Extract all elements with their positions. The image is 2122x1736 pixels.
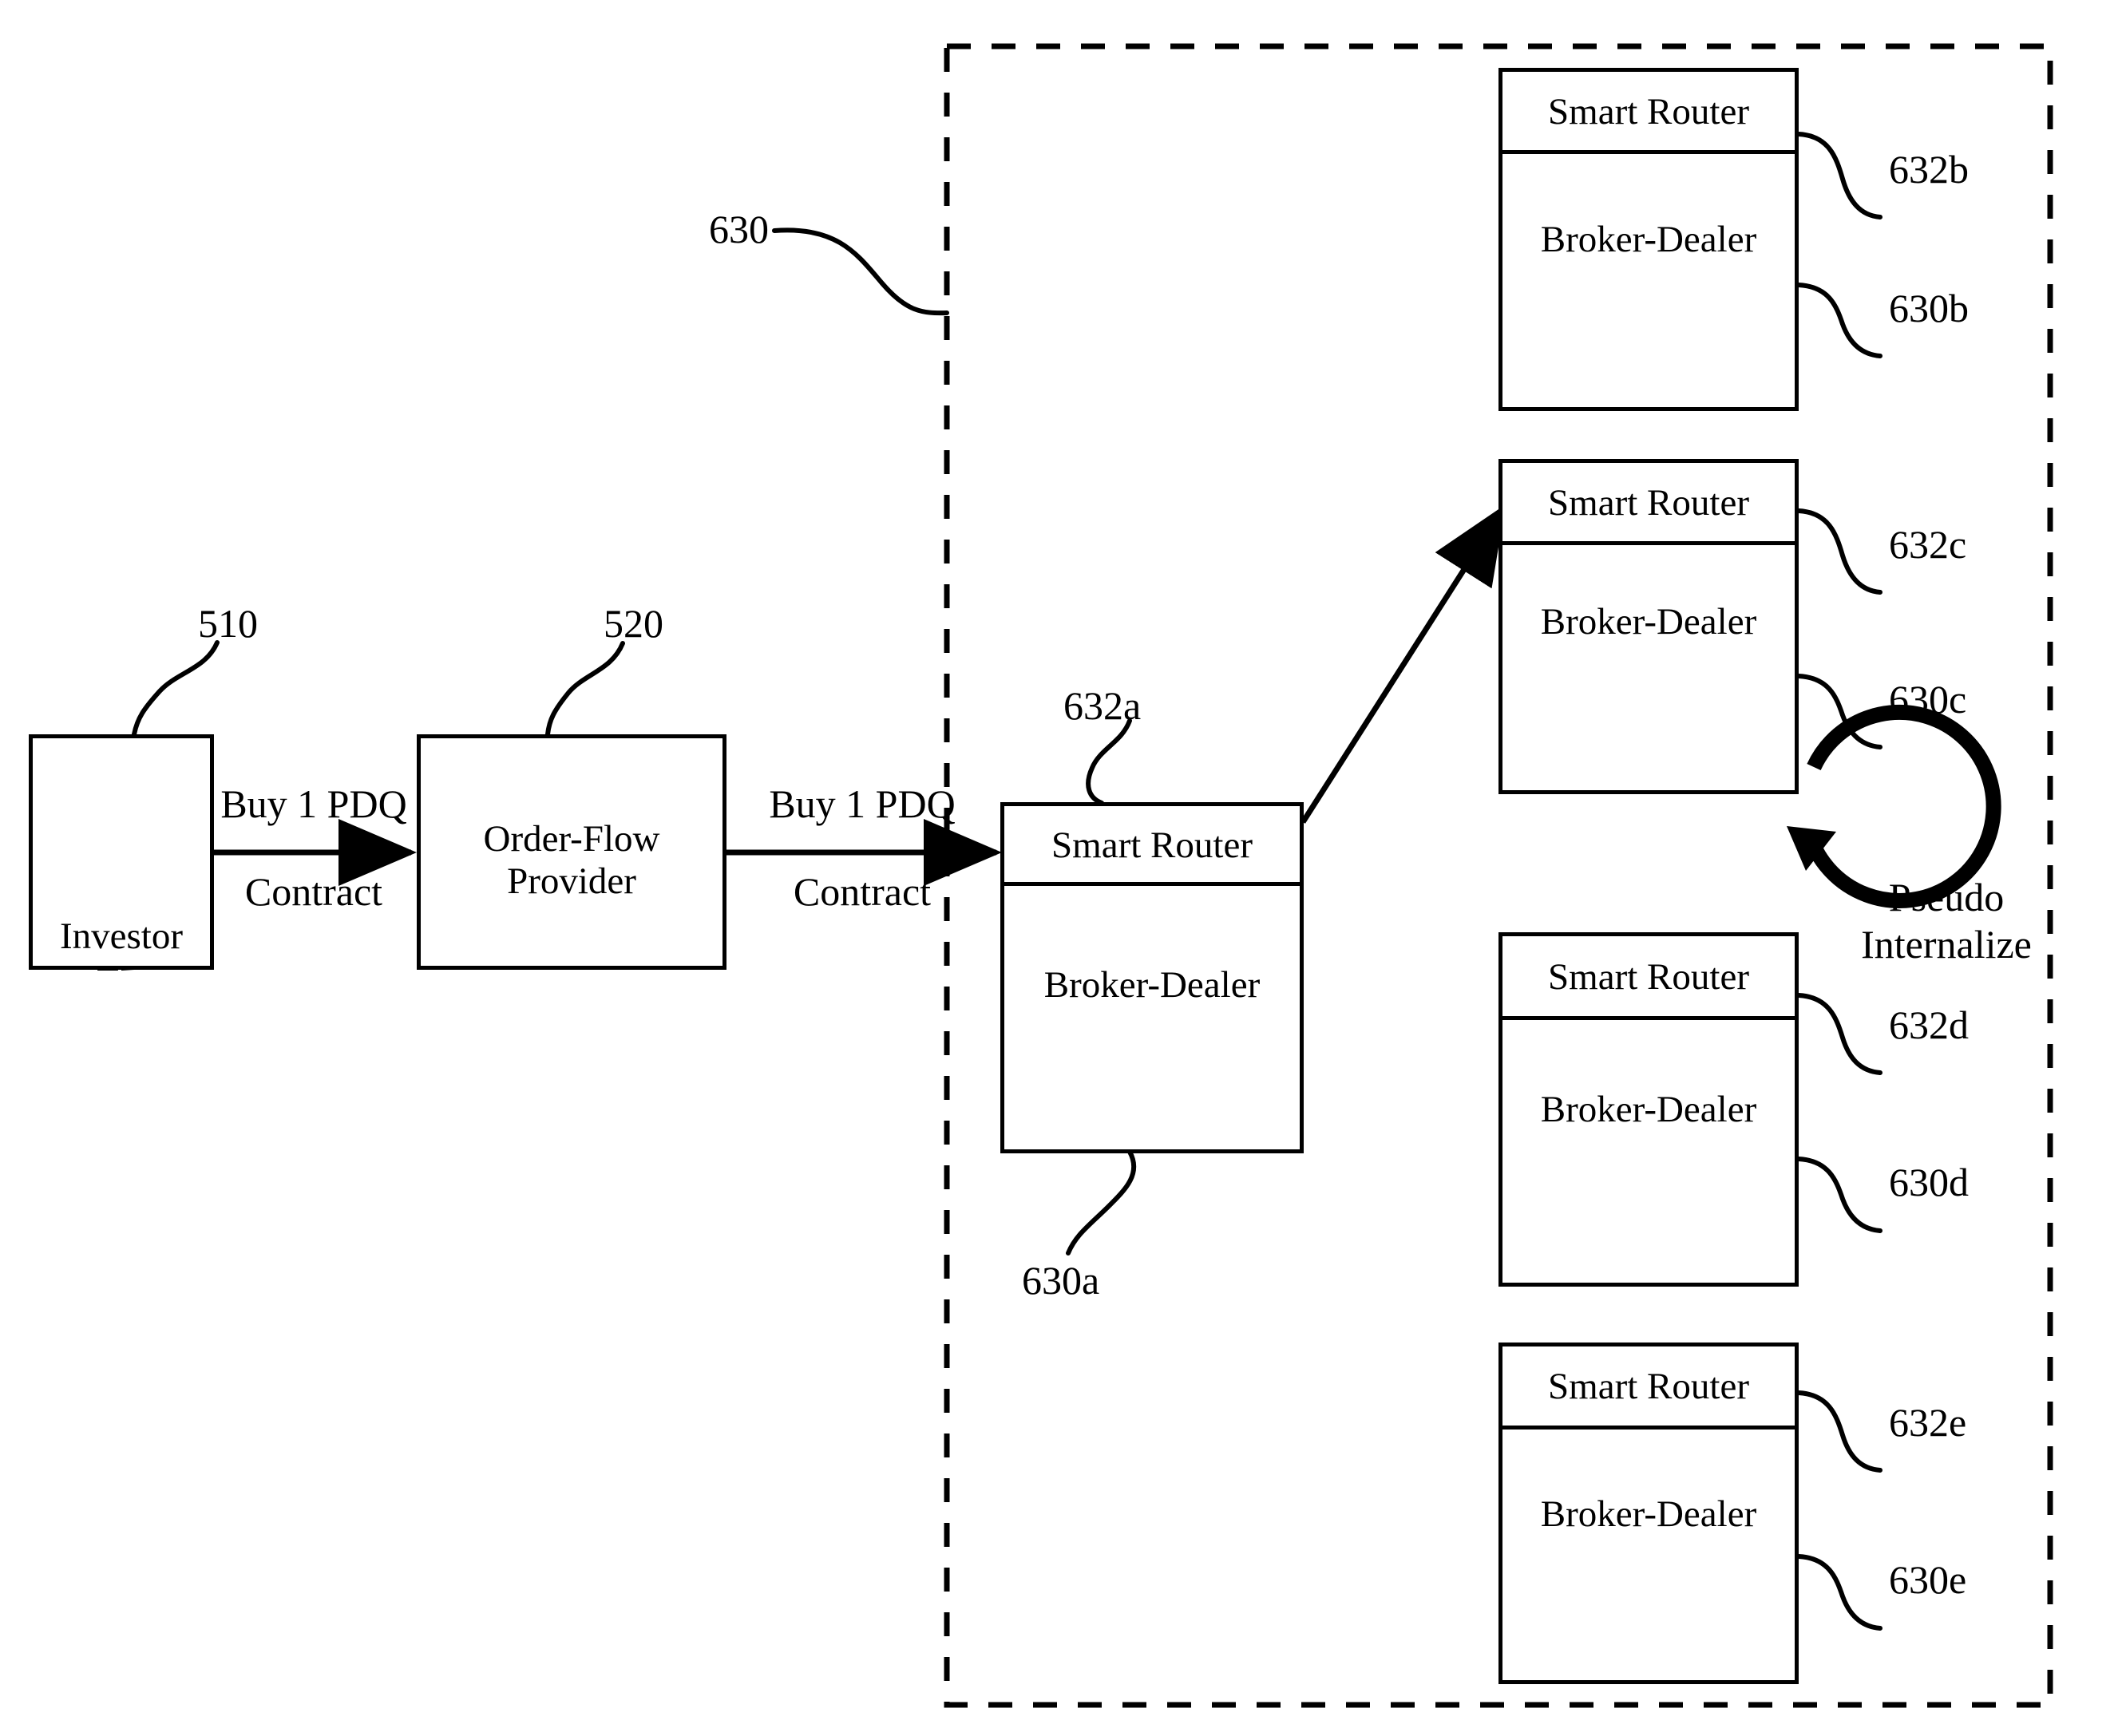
broker-dealer-label-d: Broker-Dealer bbox=[1540, 1089, 1757, 1130]
ref-630: 630 bbox=[709, 207, 769, 251]
smart-router-section-a[interactable]: Smart Router bbox=[1004, 806, 1300, 886]
smart-router-label-c: Smart Router bbox=[1548, 482, 1749, 524]
patent-figure-canvas: Investor 510 Order-Flow Provider 520 Buy… bbox=[0, 0, 2122, 1736]
investor-box[interactable]: Investor bbox=[29, 734, 214, 970]
ref-630d: 630d bbox=[1889, 1160, 1969, 1204]
leader-line-510 bbox=[132, 640, 220, 737]
smart-router-label-b: Smart Router bbox=[1548, 91, 1749, 132]
ref-630a: 630a bbox=[1022, 1258, 1100, 1303]
ref-630b: 630b bbox=[1889, 286, 1969, 330]
broker-dealer-label-e: Broker-Dealer bbox=[1540, 1493, 1757, 1535]
pseudo-internalize-line1: Pseudo bbox=[1888, 875, 2005, 919]
investor-label: Investor bbox=[59, 915, 183, 957]
flow-label-1-below: Contract bbox=[244, 869, 383, 914]
order-flow-provider-label-line2: Provider bbox=[507, 860, 636, 902]
ref-632a: 632a bbox=[1063, 683, 1142, 728]
flow-label-2-above: Buy 1 PDQ bbox=[769, 781, 956, 826]
leader-line-630d bbox=[1796, 1157, 1882, 1233]
broker-dealer-label-a: Broker-Dealer bbox=[1043, 964, 1261, 1006]
smart-router-label-a: Smart Router bbox=[1051, 825, 1253, 866]
arrow-dealer-a-to-dealer-c bbox=[1301, 504, 1506, 824]
smart-router-label-d: Smart Router bbox=[1548, 956, 1749, 998]
broker-dealer-label-c: Broker-Dealer bbox=[1540, 601, 1757, 643]
smart-router-section-d[interactable]: Smart Router bbox=[1502, 936, 1795, 1020]
leader-line-630 bbox=[772, 227, 949, 316]
flow-label-1-above: Buy 1 PDQ bbox=[220, 781, 407, 826]
broker-dealer-section-c[interactable]: Broker-Dealer bbox=[1502, 545, 1795, 790]
ref-632d: 632d bbox=[1889, 1002, 1969, 1047]
pseudo-internalize-line2: Internalize bbox=[1861, 922, 2032, 967]
broker-dealer-section-a[interactable]: Broker-Dealer bbox=[1004, 886, 1300, 1149]
broker-dealer-box-d[interactable]: Smart Router Broker-Dealer bbox=[1498, 932, 1799, 1287]
broker-dealer-section-d[interactable]: Broker-Dealer bbox=[1502, 1020, 1795, 1283]
leader-line-630e bbox=[1796, 1554, 1882, 1631]
leader-line-632e bbox=[1796, 1390, 1882, 1473]
ref-632c: 632c bbox=[1889, 522, 1967, 567]
ref-630c: 630c bbox=[1889, 677, 1967, 722]
pseudo-internalize-loop-arrow bbox=[1801, 704, 2001, 908]
smart-router-section-c[interactable]: Smart Router bbox=[1502, 463, 1795, 545]
broker-dealer-label-b: Broker-Dealer bbox=[1540, 219, 1757, 260]
broker-dealer-box-b[interactable]: Smart Router Broker-Dealer bbox=[1498, 68, 1799, 411]
flow-label-2-below: Contract bbox=[793, 869, 932, 914]
leader-line-632d bbox=[1796, 993, 1882, 1075]
order-flow-provider-label: Order-Flow Provider bbox=[421, 818, 723, 902]
broker-dealer-box-c[interactable]: Smart Router Broker-Dealer bbox=[1498, 459, 1799, 794]
ref-510: 510 bbox=[198, 601, 258, 646]
leader-line-630a bbox=[1066, 1149, 1137, 1256]
smart-router-section-e[interactable]: Smart Router bbox=[1502, 1346, 1795, 1430]
pseudo-internalize-label: Pseudo Internalize bbox=[1827, 874, 2066, 968]
leader-line-520 bbox=[545, 641, 625, 737]
broker-dealer-section-e[interactable]: Broker-Dealer bbox=[1502, 1430, 1795, 1680]
broker-dealer-section-b[interactable]: Broker-Dealer bbox=[1502, 154, 1795, 407]
order-flow-provider-label-line1: Order-Flow bbox=[483, 818, 660, 860]
broker-dealer-box-e[interactable]: Smart Router Broker-Dealer bbox=[1498, 1343, 1799, 1684]
smart-router-section-b[interactable]: Smart Router bbox=[1502, 72, 1795, 154]
leader-line-630b bbox=[1796, 283, 1882, 358]
leader-line-632b bbox=[1796, 132, 1882, 219]
leader-line-632a bbox=[1086, 718, 1132, 805]
broker-dealer-box-a[interactable]: Smart Router Broker-Dealer bbox=[1000, 802, 1304, 1153]
ref-632b: 632b bbox=[1889, 147, 1969, 192]
order-flow-provider-box[interactable]: Order-Flow Provider bbox=[417, 734, 726, 970]
smart-router-label-e: Smart Router bbox=[1548, 1366, 1749, 1407]
ref-632e: 632e bbox=[1889, 1400, 1967, 1445]
ref-520: 520 bbox=[604, 601, 663, 646]
ref-630e: 630e bbox=[1889, 1557, 1967, 1602]
leader-line-632c bbox=[1796, 508, 1882, 595]
